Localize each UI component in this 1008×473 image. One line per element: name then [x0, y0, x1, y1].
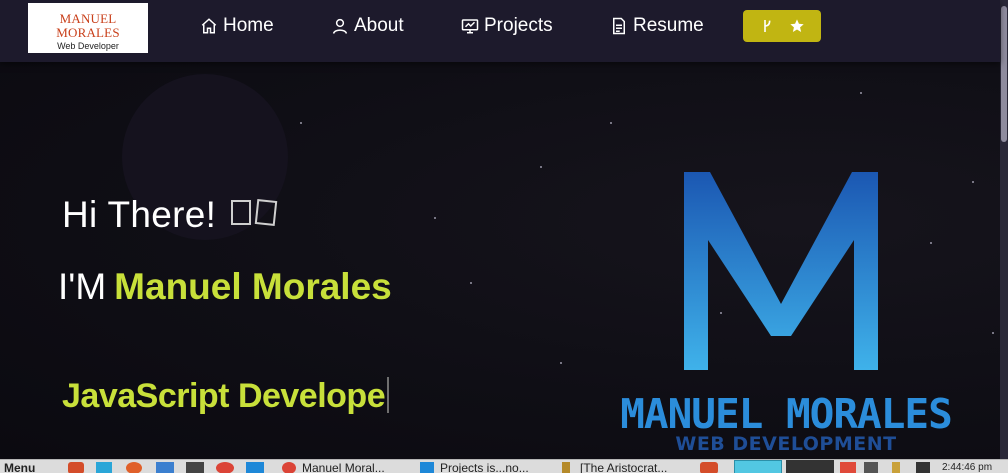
nav-projects-label: Projects	[484, 15, 553, 36]
brand-subtitle: WEB DEVELOPMENT	[675, 433, 897, 455]
page-scrollbar[interactable]	[1000, 0, 1008, 459]
os-taskbar: Menu Manuel Moral... Projects is...no...…	[0, 459, 1008, 473]
desktop-icon[interactable]	[96, 462, 112, 473]
scrollbar-thumb[interactable]	[1001, 6, 1007, 142]
vscode-icon[interactable]	[246, 462, 264, 473]
brave-window-icon[interactable]	[700, 462, 718, 473]
taskbar-item[interactable]: [The Aristocrat...	[580, 462, 667, 473]
chrome-icon[interactable]	[216, 462, 234, 473]
intro-prefix: I'M	[58, 266, 107, 307]
fork-icon	[764, 20, 771, 32]
pencil-icon[interactable]	[892, 462, 900, 473]
hero-intro: I'M Manuel Morales	[58, 266, 392, 308]
chrome-window-icon	[282, 462, 296, 473]
nav-home-label: Home	[223, 15, 274, 36]
workspace-1[interactable]	[734, 460, 782, 473]
taskbar-clock: 2:44:46 pm	[942, 462, 993, 473]
brand-title: MANUEL MORALES	[620, 390, 953, 438]
projects-icon	[461, 19, 479, 34]
github-star-button[interactable]	[743, 10, 821, 42]
star-icon	[790, 19, 804, 32]
greeting-text: Hi There!	[62, 194, 217, 235]
network-icon[interactable]	[864, 462, 878, 473]
workspace-2[interactable]	[786, 460, 834, 473]
site-logo[interactable]: MANUEL MORALES Web Developer	[28, 3, 148, 53]
taskbar-item[interactable]: Projects is...no...	[440, 462, 529, 473]
wave-emoji-icon	[254, 199, 278, 226]
home-icon	[201, 18, 217, 34]
nav-about-link[interactable]: About	[331, 15, 404, 37]
update-icon[interactable]	[840, 462, 856, 473]
document-icon	[613, 17, 625, 35]
typed-role: JavaScript Develope	[62, 377, 386, 415]
taskbar-menu-button[interactable]: Menu	[4, 462, 35, 473]
typing-caret	[387, 377, 390, 413]
hero-greeting: Hi There!	[62, 194, 278, 236]
wave-emoji-icon	[230, 200, 251, 225]
terminal-icon[interactable]	[186, 462, 204, 473]
hero-section: Hi There! I'M Manuel Morales JavaScript D…	[0, 62, 1000, 459]
typewriter-text: JavaScript Develope	[62, 377, 390, 416]
hero-name: Manuel Morales	[114, 266, 392, 307]
nav-resume-label: Resume	[633, 15, 704, 36]
vscode-window-icon	[420, 462, 434, 473]
nav-resume-link[interactable]: Resume	[610, 15, 704, 37]
files-icon[interactable]	[156, 462, 174, 473]
text-editor-icon	[562, 462, 570, 473]
logo-subtitle: Web Developer	[57, 41, 119, 51]
nav-about-label: About	[354, 15, 404, 36]
brave-icon[interactable]	[68, 462, 84, 473]
nav-projects-link[interactable]: Projects	[461, 15, 553, 37]
volume-icon[interactable]	[916, 462, 930, 473]
brand-m-logo	[684, 172, 878, 370]
nav-home-link[interactable]: Home	[200, 15, 274, 37]
navbar: MANUEL MORALES Web Developer Home About …	[0, 0, 1000, 62]
taskbar-item[interactable]: Manuel Moral...	[302, 462, 385, 473]
logo-title: MANUEL MORALES	[56, 11, 120, 40]
user-icon	[332, 18, 348, 34]
firefox-icon[interactable]	[126, 462, 142, 473]
